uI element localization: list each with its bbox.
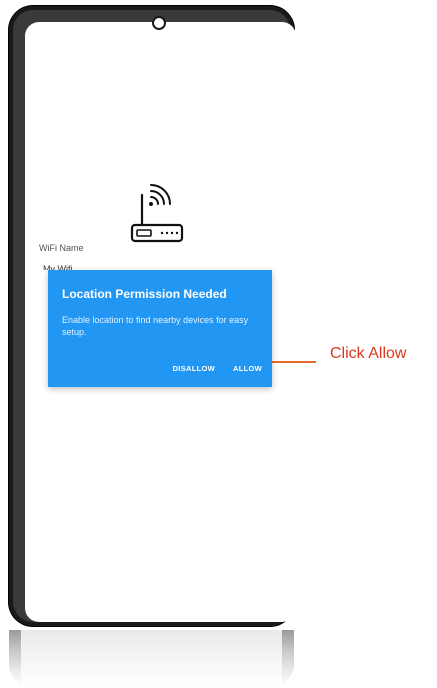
tutorial-stage: WiFi Name My Wifi Location Permission Ne… [0,0,437,688]
disallow-button[interactable]: DISALLOW [173,364,215,373]
click-allow-annotation: Click Allow [330,345,407,362]
phone-reflection [9,630,294,688]
wifi-name-field[interactable]: My Wifi [43,263,73,270]
location-permission-dialog: Location Permission Needed Enable locati… [48,270,272,387]
dialog-title: Location Permission Needed [62,287,227,301]
dialog-message: Enable location to find nearby devices f… [62,315,249,337]
wifi-router-icon [130,184,184,243]
phone-screen: WiFi Name My Wifi Location Permission Ne… [25,22,296,622]
phone-frame: WiFi Name My Wifi Location Permission Ne… [9,6,296,626]
allow-button[interactable]: ALLOW [233,364,262,373]
front-camera [152,16,166,30]
dialog-actions: DISALLOW ALLOW [173,364,262,373]
wifi-name-label: WiFi Name [39,243,84,253]
